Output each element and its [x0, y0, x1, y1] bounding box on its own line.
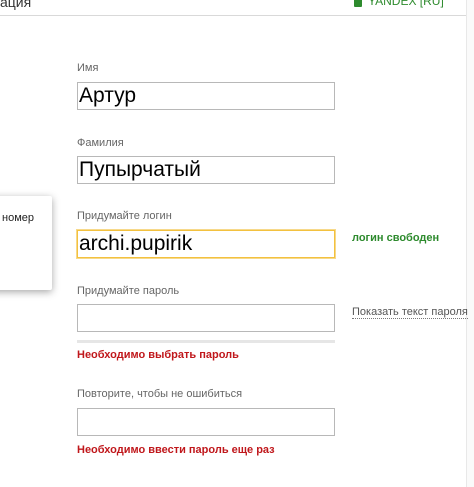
login-field[interactable]: archi.pupirik — [77, 230, 335, 258]
page-scrollbar[interactable] — [466, 0, 474, 487]
lock-icon — [354, 0, 362, 7]
password-label: Придумайте пароль — [77, 285, 180, 297]
password-repeat-label: Повторите, чтобы не ошибиться — [77, 388, 243, 400]
first-name-field[interactable]: Артур — [77, 82, 335, 110]
first-name-label: Имя — [77, 62, 99, 74]
password-field[interactable] — [77, 304, 335, 332]
last-name-label: Фамилия — [77, 137, 124, 149]
password-error: Необходимо выбрать пароль — [77, 349, 239, 361]
tab-title[interactable]: ация — [0, 0, 31, 10]
password-repeat-error: Необходимо ввести пароль еще раз — [77, 444, 275, 456]
hint-popup: номер — [0, 196, 52, 290]
password-strength-bar — [77, 340, 335, 343]
secure-site-label: YANDEX [RU] — [368, 0, 444, 8]
last-name-field[interactable]: Пупырчатый — [77, 156, 335, 184]
show-password-link[interactable]: Показать текст пароля — [352, 306, 468, 319]
hint-popup-text: номер — [2, 212, 34, 224]
browser-top-bar: ация YANDEX [RU] — [0, 0, 474, 16]
login-available-status: логин свободен — [352, 232, 440, 244]
password-repeat-field[interactable] — [77, 408, 335, 436]
login-label: Придумайте логин — [77, 210, 172, 222]
secure-site-indicator[interactable]: YANDEX [RU] — [354, 0, 444, 8]
